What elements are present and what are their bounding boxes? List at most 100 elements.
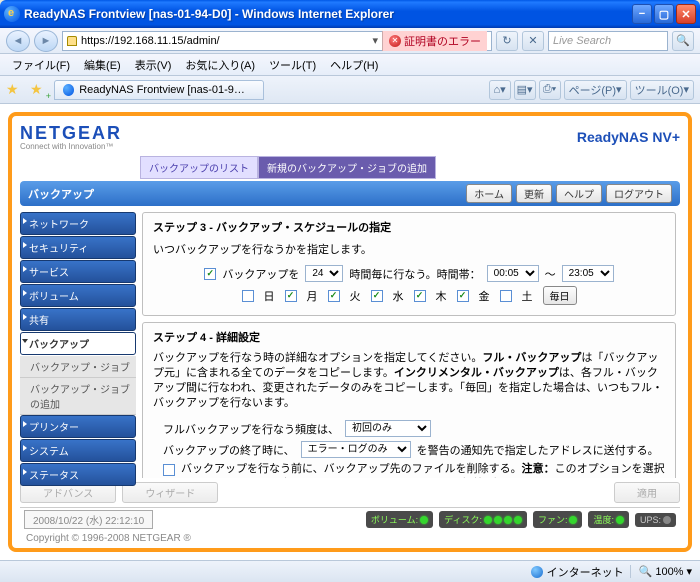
sidebar-item-network[interactable]: ネットワーク bbox=[20, 212, 136, 235]
feed-tool[interactable]: ▤▾ bbox=[514, 80, 536, 100]
sidebar-sub-backup-add[interactable]: バックアップ・ジョブの追加 bbox=[20, 378, 136, 415]
refresh-page-button[interactable]: 更新 bbox=[516, 184, 552, 203]
logout-button[interactable]: ログアウト bbox=[606, 184, 672, 203]
tools-tool[interactable]: ツール(O) ▾ bbox=[630, 80, 694, 100]
day-sat-checkbox[interactable] bbox=[500, 290, 512, 302]
ups-gauge: UPS: bbox=[635, 513, 676, 527]
day-mon-checkbox[interactable] bbox=[285, 290, 297, 302]
menu-view[interactable]: 表示(V) bbox=[129, 55, 178, 75]
sidebar-item-volume[interactable]: ボリューム bbox=[20, 284, 136, 307]
address-bar[interactable]: ▾ ✕ 証明書のエラー bbox=[62, 31, 492, 51]
menu-tools[interactable]: ツール(T) bbox=[263, 55, 322, 75]
maximize-button[interactable]: ▢ bbox=[654, 4, 674, 24]
interval-select[interactable]: 24 bbox=[305, 265, 343, 282]
security-zone[interactable]: インターネット bbox=[531, 564, 624, 580]
back-button[interactable]: ◄ bbox=[6, 30, 30, 52]
tab-label: ReadyNAS Frontview [nas-01-94-D0] bbox=[79, 84, 249, 96]
stop-button[interactable]: ✕ bbox=[522, 31, 544, 51]
day-thu-checkbox[interactable] bbox=[414, 290, 426, 302]
menu-help[interactable]: ヘルプ(H) bbox=[324, 55, 384, 75]
tab-favicon bbox=[63, 84, 74, 96]
day-wed-checkbox[interactable] bbox=[371, 290, 383, 302]
ie-menu-bar: ファイル(F) 編集(E) 表示(V) お気に入り(A) ツール(T) ヘルプ(… bbox=[0, 54, 700, 76]
sidebar-item-backup[interactable]: バックアップ bbox=[20, 332, 136, 355]
ie-icon bbox=[4, 6, 20, 22]
live-search-input[interactable]: Live Search bbox=[548, 31, 668, 51]
timestamp: 2008/10/22 (水) 22:12:10 bbox=[24, 510, 153, 529]
step3-days-row: 日 月 火 水 木 金 土 毎日 bbox=[153, 286, 665, 305]
ie-tab-strip: ★ ★+ ReadyNAS Frontview [nas-01-94-D0] ⌂… bbox=[0, 76, 700, 104]
volume-gauge: ボリューム: bbox=[366, 511, 433, 528]
menu-edit[interactable]: 編集(E) bbox=[78, 55, 127, 75]
fan-gauge: ファン: bbox=[533, 511, 583, 528]
zoom-dropdown[interactable]: ▾ bbox=[686, 565, 692, 578]
from-time-select[interactable]: 00:05 bbox=[487, 265, 539, 282]
address-dropdown[interactable]: ▾ bbox=[368, 34, 382, 47]
tab-tools: ⌂▾ ▤▾ ⎙▾ ページ(P) ▾ ツール(O) ▾ bbox=[489, 80, 694, 100]
window-title: ReadyNAS Frontview [nas-01-94-D0] - Wind… bbox=[24, 7, 630, 21]
home-button[interactable]: ホーム bbox=[466, 184, 512, 203]
enable-schedule-checkbox[interactable] bbox=[204, 268, 216, 280]
sidebar-item-status[interactable]: ステータス bbox=[20, 463, 136, 486]
lock-icon bbox=[67, 36, 77, 46]
everyday-button[interactable]: 毎日 bbox=[543, 286, 577, 305]
sidebar-item-services[interactable]: サービス bbox=[20, 260, 136, 283]
netgear-frame: NETGEAR Connect with Innovation™ ReadyNA… bbox=[8, 112, 692, 552]
brand-logo: NETGEAR bbox=[20, 123, 122, 144]
shield-error-icon: ✕ bbox=[389, 35, 401, 47]
zoom-control[interactable]: 🔍 100% ▾ bbox=[630, 565, 692, 578]
print-tool[interactable]: ⎙▾ bbox=[539, 80, 561, 100]
zoom-icon: 🔍 bbox=[639, 565, 653, 578]
tab-backup-list[interactable]: バックアップのリスト bbox=[140, 156, 258, 179]
temp-gauge: 温度: bbox=[588, 511, 629, 528]
sidebar-item-security[interactable]: セキュリティ bbox=[20, 236, 136, 259]
step3-schedule-row: バックアップを 24 時間毎に行なう。時間帯： 00:05 ～ 23:05 bbox=[153, 265, 665, 282]
search-button[interactable]: 🔍 bbox=[672, 31, 694, 51]
url-input[interactable] bbox=[81, 35, 368, 47]
section-title: バックアップ bbox=[28, 186, 94, 202]
product-name: ReadyNAS NV+ bbox=[577, 129, 680, 145]
main-panel: ステップ 3 - バックアップ・スケジュールの指定 いつバックアップを行なうかを… bbox=[142, 212, 680, 478]
step4-desc: バックアップを行なう時の詳細なオプションを指定してください。フル・バックアップは… bbox=[153, 351, 665, 410]
day-tue-checkbox[interactable] bbox=[328, 290, 340, 302]
menu-favorites[interactable]: お気に入り(A) bbox=[179, 55, 261, 75]
section-band: バックアップ ホーム 更新 ヘルプ ログアウト bbox=[20, 181, 680, 206]
sub-tabs: バックアップのリスト 新規のバックアップ・ジョブの追加 bbox=[140, 156, 680, 179]
page-tool[interactable]: ページ(P) ▾ bbox=[564, 80, 627, 100]
sidebar-item-system[interactable]: システム bbox=[20, 439, 136, 462]
logo-block: NETGEAR Connect with Innovation™ bbox=[20, 123, 122, 151]
day-sun-checkbox[interactable] bbox=[242, 290, 254, 302]
sidebar-sub-backup-jobs[interactable]: バックアップ・ジョブ bbox=[20, 356, 136, 378]
menu-file[interactable]: ファイル(F) bbox=[6, 55, 76, 75]
refresh-button[interactable]: ↻ bbox=[496, 31, 518, 51]
home-tool[interactable]: ⌂▾ bbox=[489, 80, 511, 100]
step4-freq-row: フルバックアップを行なう頻度は、 初回のみ bbox=[163, 420, 665, 437]
apply-button[interactable]: 適用 bbox=[614, 482, 680, 503]
certificate-error[interactable]: ✕ 証明書のエラー bbox=[382, 31, 487, 51]
wizard-button[interactable]: ウィザード bbox=[122, 482, 218, 503]
browser-tab[interactable]: ReadyNAS Frontview [nas-01-94-D0] bbox=[54, 80, 264, 100]
step4-panel: ステップ 4 - 詳細設定 バックアップを行なう時の詳細なオプションを指定してく… bbox=[142, 322, 676, 478]
add-favorites-icon[interactable]: ★+ bbox=[30, 81, 48, 99]
full-backup-freq-select[interactable]: 初回のみ bbox=[345, 420, 431, 437]
step3-desc: いつバックアップを行なうかを指定します。 bbox=[153, 241, 665, 257]
copyright: Copyright © 1996-2008 NETGEAR ® bbox=[20, 531, 680, 546]
favorites-star-icon[interactable]: ★ bbox=[6, 81, 24, 99]
delete-before-checkbox[interactable] bbox=[163, 464, 175, 476]
minimize-button[interactable]: − bbox=[632, 4, 652, 24]
globe-icon bbox=[531, 566, 543, 578]
sidebar-item-shares[interactable]: 共有 bbox=[20, 308, 136, 331]
tab-backup-add[interactable]: 新規のバックアップ・ジョブの追加 bbox=[258, 156, 436, 179]
forward-button[interactable]: ► bbox=[34, 30, 58, 52]
step3-title: ステップ 3 - バックアップ・スケジュールの指定 bbox=[153, 219, 665, 235]
disk-gauge: ディスク: bbox=[439, 511, 527, 528]
device-status-bar: 2008/10/22 (水) 22:12:10 ボリューム: ディスク: ファン… bbox=[20, 507, 680, 531]
help-button[interactable]: ヘルプ bbox=[556, 184, 602, 203]
close-button[interactable]: ✕ bbox=[676, 4, 696, 24]
end-action-select[interactable]: エラー・ログのみ bbox=[301, 441, 411, 458]
sidebar-item-printer[interactable]: プリンター bbox=[20, 415, 136, 438]
day-fri-checkbox[interactable] bbox=[457, 290, 469, 302]
to-time-select[interactable]: 23:05 bbox=[562, 265, 614, 282]
step3-panel: ステップ 3 - バックアップ・スケジュールの指定 いつバックアップを行なうかを… bbox=[142, 212, 676, 316]
header: NETGEAR Connect with Innovation™ ReadyNA… bbox=[20, 120, 680, 154]
